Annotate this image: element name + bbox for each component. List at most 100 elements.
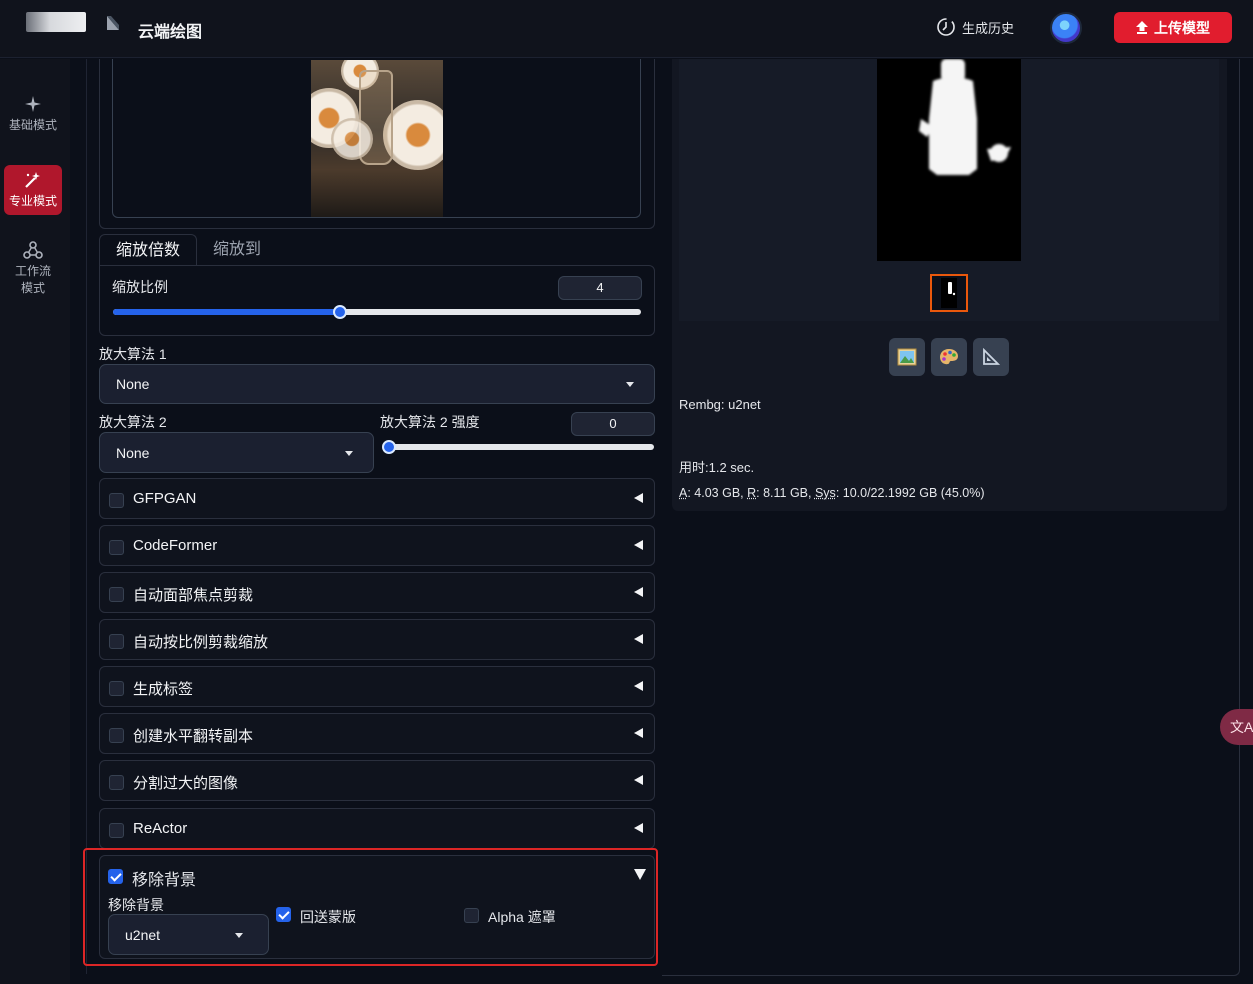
send-to-inpaint-button[interactable] bbox=[931, 338, 967, 376]
enable-checkbox[interactable] bbox=[109, 728, 124, 743]
vram-a-value: : 4.03 GB, bbox=[687, 486, 748, 500]
scale-mode-tabs: 缩放倍数 缩放到 bbox=[99, 234, 655, 268]
accordion-title: 自动按比例剪裁缩放 bbox=[133, 634, 269, 651]
bg-model-label: 移除背景 bbox=[108, 897, 164, 913]
translate-floating-button[interactable]: 文A bbox=[1220, 709, 1253, 745]
upscaler2-strength-slider[interactable] bbox=[382, 440, 654, 454]
tab-scale-by[interactable]: 缩放倍数 bbox=[99, 234, 198, 266]
brand-mark-icon bbox=[107, 16, 119, 30]
chevron-down-icon bbox=[345, 450, 353, 456]
sidebar-item-pro-mode[interactable]: 专业模式 bbox=[4, 165, 62, 215]
scale-ratio-input[interactable]: 4 bbox=[558, 276, 642, 300]
output-mask-image[interactable] bbox=[877, 59, 1021, 261]
accordion-split-oversized[interactable]: 分割过大的图像 bbox=[99, 760, 655, 801]
enable-checkbox[interactable] bbox=[109, 775, 124, 790]
upscaler2-label: 放大算法 2 bbox=[99, 414, 167, 430]
palette-icon bbox=[940, 349, 958, 365]
history-clock-icon bbox=[937, 18, 955, 36]
sparkle-icon bbox=[25, 96, 41, 112]
collapse-triangle-icon[interactable] bbox=[634, 775, 643, 785]
enable-checkbox[interactable] bbox=[109, 540, 124, 555]
accordion-title: 生成标签 bbox=[133, 681, 194, 698]
accordion-title: 分割过大的图像 bbox=[133, 775, 239, 792]
accordion-title: GFPGAN bbox=[133, 490, 197, 507]
upscaler2-select[interactable]: None bbox=[99, 432, 374, 473]
workflow-icon bbox=[23, 241, 43, 259]
accordion-title: ReActor bbox=[133, 820, 188, 837]
vram-r-key: R bbox=[747, 486, 757, 500]
sidebar-item-basic-mode[interactable]: 基础模式 bbox=[4, 89, 62, 139]
accordion-auto-face-crop[interactable]: 自动面部焦点剪裁 bbox=[99, 572, 655, 613]
accordion-title: CodeFormer bbox=[133, 537, 218, 554]
vram-sys-value: : 10.0/22.1992 GB (45.0%) bbox=[835, 486, 985, 500]
sidebar-item-label-line1: 工作流 bbox=[14, 264, 51, 278]
elapsed-time-text: 用时:1.2 sec. bbox=[679, 460, 755, 475]
collapse-triangle-icon[interactable] bbox=[634, 540, 643, 550]
mask-thumbnail bbox=[941, 278, 957, 308]
upload-arrow-icon bbox=[1136, 21, 1148, 34]
vram-usage-text: A: 4.03 GB, R: 8.11 GB, Sys: 10.0/22.199… bbox=[679, 486, 985, 500]
rembg-info-text: Rembg: u2net bbox=[679, 397, 761, 412]
accordion-generate-tags[interactable]: 生成标签 bbox=[99, 666, 655, 707]
expanded-triangle-icon[interactable] bbox=[634, 869, 646, 880]
enable-checkbox[interactable] bbox=[109, 681, 124, 696]
app-title: 云端绘图 bbox=[138, 24, 203, 41]
bg-model-select[interactable]: u2net bbox=[108, 914, 269, 955]
logo bbox=[26, 12, 86, 32]
upload-label: 上传模型 bbox=[1154, 19, 1210, 36]
accordion-flip-copy[interactable]: 创建水平翻转副本 bbox=[99, 713, 655, 754]
upload-model-button[interactable]: 上传模型 bbox=[1114, 12, 1232, 43]
vram-sys-key: Sys bbox=[814, 486, 836, 500]
accordion-codeformer[interactable]: CodeFormer bbox=[99, 525, 655, 566]
accordion-reactor[interactable]: ReActor bbox=[99, 808, 655, 849]
scale-ratio-label: 缩放比例 bbox=[112, 279, 168, 295]
upscaler2-strength-input[interactable]: 0 bbox=[571, 412, 655, 436]
collapse-triangle-icon[interactable] bbox=[634, 634, 643, 644]
upscaler1-label: 放大算法 1 bbox=[99, 346, 167, 362]
collapse-triangle-icon[interactable] bbox=[634, 823, 643, 833]
tab-scale-to[interactable]: 缩放到 bbox=[197, 234, 277, 266]
slider-fill bbox=[113, 309, 341, 315]
user-avatar[interactable] bbox=[1050, 12, 1082, 44]
vram-r-value: : 8.11 GB, bbox=[756, 486, 815, 500]
history-label: 生成历史 bbox=[962, 20, 1015, 36]
send-to-image-button[interactable] bbox=[889, 338, 925, 376]
image-icon bbox=[897, 348, 917, 366]
collapse-triangle-icon[interactable] bbox=[634, 493, 643, 503]
sidebar-item-workflow-mode[interactable]: 工作流 模式 bbox=[4, 235, 62, 297]
scale-ratio-slider[interactable] bbox=[113, 305, 641, 319]
collapse-triangle-icon[interactable] bbox=[634, 587, 643, 597]
upscaler1-value: None bbox=[116, 376, 150, 392]
slider-thumb[interactable] bbox=[333, 305, 348, 319]
return-mask-label: 回送蒙版 bbox=[300, 909, 356, 925]
collapse-triangle-icon[interactable] bbox=[634, 681, 643, 691]
accordion-title: 自动面部焦点剪裁 bbox=[133, 587, 254, 604]
mask-silhouette bbox=[919, 59, 1011, 175]
ruler-triangle-icon bbox=[983, 348, 1000, 365]
generation-history-button[interactable]: 生成历史 bbox=[936, 17, 1014, 37]
enable-checkbox[interactable] bbox=[109, 634, 124, 649]
slider-thumb[interactable] bbox=[382, 440, 396, 454]
enable-checkbox[interactable] bbox=[109, 587, 124, 602]
remove-background-checkbox[interactable] bbox=[108, 869, 123, 884]
upscaler2-strength-label: 放大算法 2 强度 bbox=[380, 414, 480, 430]
sidebar-item-label-line2: 模式 bbox=[20, 281, 45, 295]
remove-background-title: 移除背景 bbox=[132, 872, 197, 889]
upscaler2-value: None bbox=[116, 444, 150, 461]
top-bar: 云端绘图 生成历史 上传模型 bbox=[0, 0, 1253, 58]
enable-checkbox[interactable] bbox=[109, 823, 124, 838]
magic-wand-icon bbox=[25, 172, 40, 188]
upscaler1-select[interactable]: None bbox=[99, 364, 655, 404]
collapse-triangle-icon[interactable] bbox=[634, 728, 643, 738]
alpha-matting-checkbox[interactable] bbox=[464, 908, 479, 923]
alpha-matting-label: Alpha 遮罩 bbox=[488, 909, 556, 925]
chevron-down-icon bbox=[235, 932, 243, 938]
return-mask-checkbox[interactable] bbox=[276, 907, 291, 922]
send-to-extras-button[interactable] bbox=[973, 338, 1009, 376]
chevron-down-icon bbox=[626, 382, 634, 387]
output-thumbnail-selected[interactable] bbox=[930, 274, 968, 312]
input-image bbox=[311, 60, 443, 217]
accordion-gfpgan[interactable]: GFPGAN bbox=[99, 478, 655, 519]
enable-checkbox[interactable] bbox=[109, 493, 124, 508]
accordion-auto-ratio-crop[interactable]: 自动按比例剪裁缩放 bbox=[99, 619, 655, 660]
